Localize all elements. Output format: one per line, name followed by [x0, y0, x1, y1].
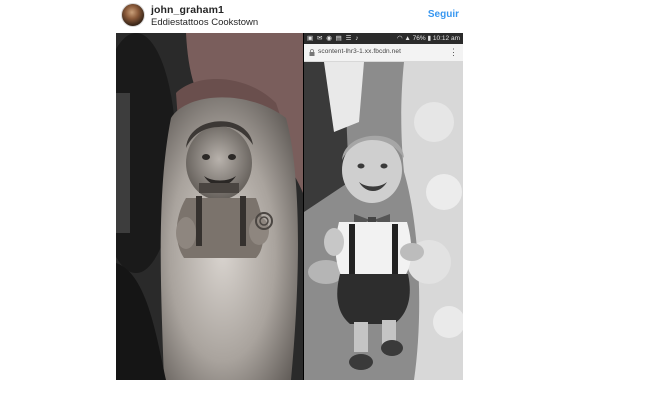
browser-url-bar[interactable]: scontent-lhr3-1.xx.fbcdn.net ⋮ [304, 44, 463, 62]
signal-icon: ▲ [404, 35, 411, 42]
status-time: 10:12 am [432, 35, 460, 42]
wifi-icon: ◠ [396, 35, 403, 42]
avatar[interactable] [121, 3, 145, 27]
battery-level: 76% [412, 35, 426, 42]
child-photo-illustration [304, 62, 463, 380]
battery-icon: ▮ [427, 35, 432, 42]
status-bar: ▣ ✉ ◉ ▤ ☰ ♪ ◠ ▲ 76% ▮ 10:12 am [304, 33, 463, 44]
post-image[interactable]: ▣ ✉ ◉ ▤ ☰ ♪ ◠ ▲ 76% ▮ 10:12 am scontent-… [116, 33, 463, 380]
phone-screenshot: ▣ ✉ ◉ ▤ ☰ ♪ ◠ ▲ 76% ▮ 10:12 am scontent-… [304, 33, 463, 380]
url-text[interactable]: scontent-lhr3-1.xx.fbcdn.net [318, 48, 401, 55]
status-right: ◠ ▲ 76% ▮ 10:12 am [397, 33, 460, 44]
username[interactable]: john_graham1 [151, 4, 224, 16]
lock-icon [309, 49, 315, 56]
follow-button[interactable]: Seguir [428, 9, 459, 20]
notification-icons: ▣ ✉ ◉ ▤ ☰ ♪ [307, 35, 360, 42]
location-label[interactable]: Eddiestattoos Cookstown [151, 17, 258, 28]
more-vert-icon[interactable]: ⋮ [449, 46, 458, 58]
post-header: john_graham1 Eddiestattoos Cookstown Seg… [116, 0, 463, 33]
original-photo [304, 62, 463, 380]
tattoo-illustration [116, 33, 303, 380]
tattoo-photo [116, 33, 303, 380]
